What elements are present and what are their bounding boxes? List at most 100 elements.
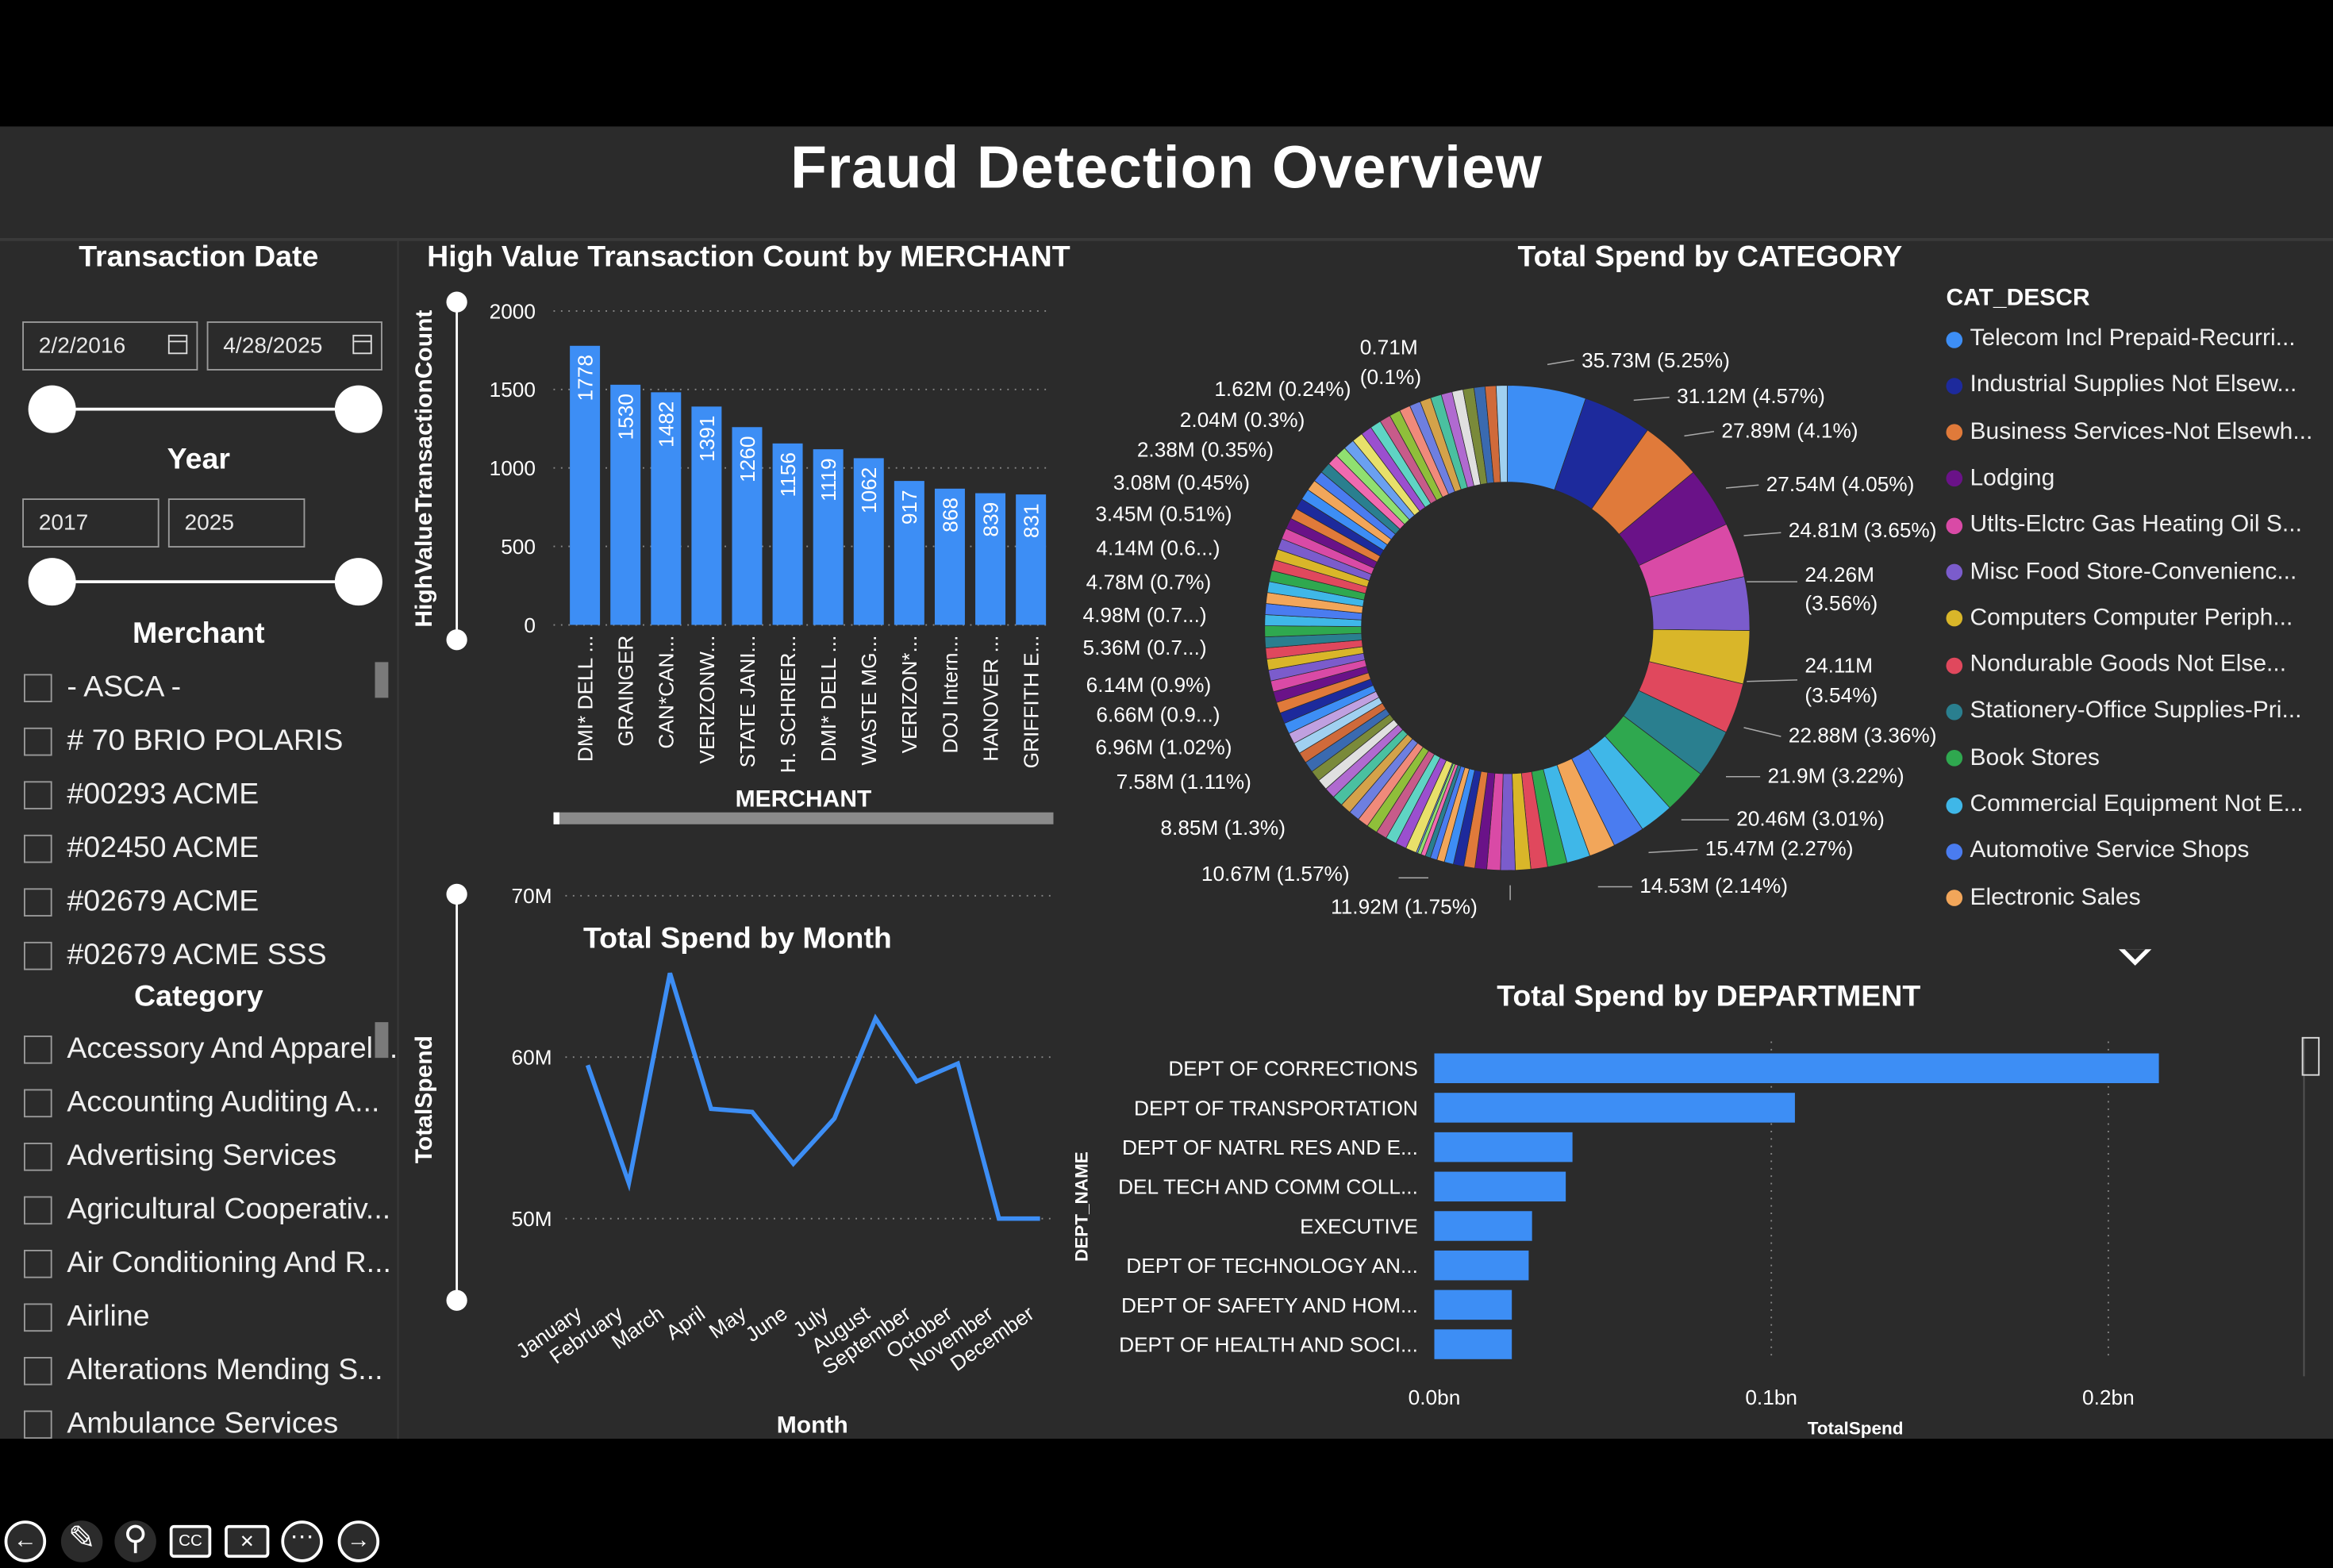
legend-swatch xyxy=(1947,517,1963,534)
legend-item[interactable]: Commercial Equipment Not E... xyxy=(1947,792,2304,819)
slice-data-label: 22.88M (3.36%) xyxy=(1789,724,1937,747)
more-icon[interactable]: ⋯ xyxy=(281,1520,323,1562)
y-tick-label: DEL TECH AND COMM COLL... xyxy=(1118,1175,1418,1199)
back-arrow-icon[interactable]: ← xyxy=(5,1520,47,1562)
no-video-icon[interactable]: ✕ xyxy=(225,1525,269,1558)
slice-data-label: (0.1%) xyxy=(1360,365,1421,389)
slice-data-label: 11.92M (1.75%) xyxy=(1331,894,1478,918)
leader-line xyxy=(1744,532,1781,536)
x-tick-label: WASTE MG... xyxy=(857,636,881,766)
bar-data-label: 1778 xyxy=(573,355,597,401)
y-tick-label: DEPT OF HEALTH AND SOCI... xyxy=(1119,1332,1418,1356)
leader-line xyxy=(1726,485,1758,488)
legend-label: Stationery-Office Supplies-Pri... xyxy=(1970,698,2302,725)
legend-item[interactable]: Lodging xyxy=(1947,466,2055,493)
legend-label: Commercial Equipment Not E... xyxy=(1970,792,2304,819)
slice-data-label: 4.98M (0.7...) xyxy=(1083,603,1207,627)
legend-label: Business Services-Not Elsewh... xyxy=(1970,419,2313,446)
legend-swatch xyxy=(1947,890,1963,906)
x-tick-label: CAN*CAN... xyxy=(655,636,678,749)
legend-label: Computers Computer Periph... xyxy=(1970,605,2293,632)
x-tick-label: HANOVER ... xyxy=(978,636,1002,762)
slice-data-label: 2.38M (0.35%) xyxy=(1137,438,1274,462)
x-tick-label: June xyxy=(741,1301,792,1347)
leader-line xyxy=(1747,680,1797,682)
legend-swatch xyxy=(1947,425,1963,441)
x-tick-label: GRIFFITH E... xyxy=(1020,636,1044,769)
x-tick-label: 0.0bn xyxy=(1409,1385,1461,1409)
slice-data-label: (3.56%) xyxy=(1805,591,1878,615)
merchant-bar-chart: 05001000150020001778DMI* DELL ...1530GRA… xyxy=(411,292,1054,824)
captions-icon[interactable]: CC xyxy=(170,1525,212,1558)
slice-data-label: 27.54M (4.05%) xyxy=(1766,472,1915,496)
department-scrollbar[interactable] xyxy=(2302,1037,2320,1076)
x-axis-title: Month xyxy=(777,1412,848,1439)
slice-data-label: 31.12M (4.57%) xyxy=(1677,384,1825,408)
bar-data-label: 868 xyxy=(938,498,962,532)
department-bar xyxy=(1435,1132,1573,1163)
legend-label: Utlts-Elctrc Gas Heating Oil S... xyxy=(1970,512,2302,539)
presentation-toolbar: ← ✎ ⚲ CC ✕ ⋯ → xyxy=(0,1520,402,1568)
forward-arrow-icon[interactable]: → xyxy=(338,1520,380,1562)
legend-swatch xyxy=(1947,750,1963,767)
x-axis-title: TotalSpend xyxy=(1808,1419,1904,1439)
legend-item[interactable]: Stationery-Office Supplies-Pri... xyxy=(1947,698,2302,725)
legend-item[interactable]: Computers Computer Periph... xyxy=(1947,605,2293,632)
legend-item[interactable]: Industrial Supplies Not Elsew... xyxy=(1947,372,2297,399)
pen-icon[interactable]: ✎ xyxy=(61,1520,103,1562)
x-axis-title: MERCHANT xyxy=(736,786,872,812)
legend-swatch xyxy=(1947,471,1963,487)
zoom-icon[interactable]: ⚲ xyxy=(114,1520,156,1562)
x-tick-label: 0.1bn xyxy=(1745,1385,1797,1409)
charts-layer: 05001000150020001778DMI* DELL ...1530GRA… xyxy=(0,126,2333,1439)
legend-swatch xyxy=(1947,704,1963,721)
legend-item[interactable]: Automotive Service Shops xyxy=(1947,838,2250,865)
legend-item[interactable]: Book Stores xyxy=(1947,745,2100,772)
y-tick-label: 0 xyxy=(524,613,536,637)
legend-more-icon-inner xyxy=(2125,949,2146,959)
slice-data-label: 10.67M (1.57%) xyxy=(1201,862,1350,886)
slice-data-label: 20.46M (3.01%) xyxy=(1736,807,1885,831)
leader-line xyxy=(1685,432,1715,436)
leader-line xyxy=(1649,850,1698,853)
legend-label: Misc Food Store-Convenienc... xyxy=(1970,559,2297,586)
legend-item[interactable]: Telecom Incl Prepaid-Recurri... xyxy=(1947,326,2296,353)
y-tick-label: DEPT OF TRANSPORTATION xyxy=(1134,1096,1418,1120)
legend-swatch xyxy=(1947,797,1963,813)
y-tick-label: 1000 xyxy=(490,456,536,480)
x-scroll-bar xyxy=(554,813,1054,824)
x-tick-label: 0.2bn xyxy=(2082,1385,2135,1409)
y-tick-label: EXECUTIVE xyxy=(1300,1214,1418,1238)
bar-data-label: 1156 xyxy=(776,452,800,497)
bar-data-label: 1482 xyxy=(655,402,678,448)
x-tick-label: May xyxy=(705,1301,751,1343)
legend-item[interactable]: Business Services-Not Elsewh... xyxy=(1947,419,2313,446)
x-tick-label: GRAINGER xyxy=(614,636,638,747)
department-bar xyxy=(1435,1251,1529,1281)
leader-line xyxy=(1547,360,1574,365)
y-tick-label: DEPT OF NATRL RES AND E... xyxy=(1122,1136,1418,1159)
legend-item[interactable]: Utlts-Elctrc Gas Heating Oil S... xyxy=(1947,512,2302,539)
y-tick-label: 500 xyxy=(501,535,536,559)
axis-zoom-handle-top xyxy=(447,292,467,313)
bar-data-label: 839 xyxy=(978,502,1002,537)
legend-label: Automotive Service Shops xyxy=(1970,838,2250,865)
legend-item[interactable]: Nondurable Goods Not Else... xyxy=(1947,651,2287,678)
axis-zoom-handle-bottom xyxy=(447,1290,467,1311)
bar-data-label: 1391 xyxy=(695,416,719,462)
slice-data-label: (3.54%) xyxy=(1805,683,1878,707)
legend-label: Lodging xyxy=(1970,466,2055,493)
legend-item[interactable]: Misc Food Store-Convenienc... xyxy=(1947,559,2297,586)
slice-data-label: 0.71M xyxy=(1360,335,1418,359)
leader-line xyxy=(1634,398,1670,401)
slice-data-label: 35.73M (5.25%) xyxy=(1582,348,1730,372)
slice-data-label: 21.9M (3.22%) xyxy=(1768,763,1904,787)
department-bar xyxy=(1435,1211,1532,1241)
slice-data-label: 5.36M (0.7...) xyxy=(1083,636,1207,659)
x-tick-label: April xyxy=(662,1301,709,1345)
legend-item[interactable]: Electronic Sales xyxy=(1947,885,2141,912)
department-bar xyxy=(1435,1093,1795,1123)
x-scroll-handle xyxy=(554,813,560,824)
slice-data-label: 6.66M (0.9...) xyxy=(1096,702,1220,726)
bar-data-label: 1530 xyxy=(614,394,638,440)
